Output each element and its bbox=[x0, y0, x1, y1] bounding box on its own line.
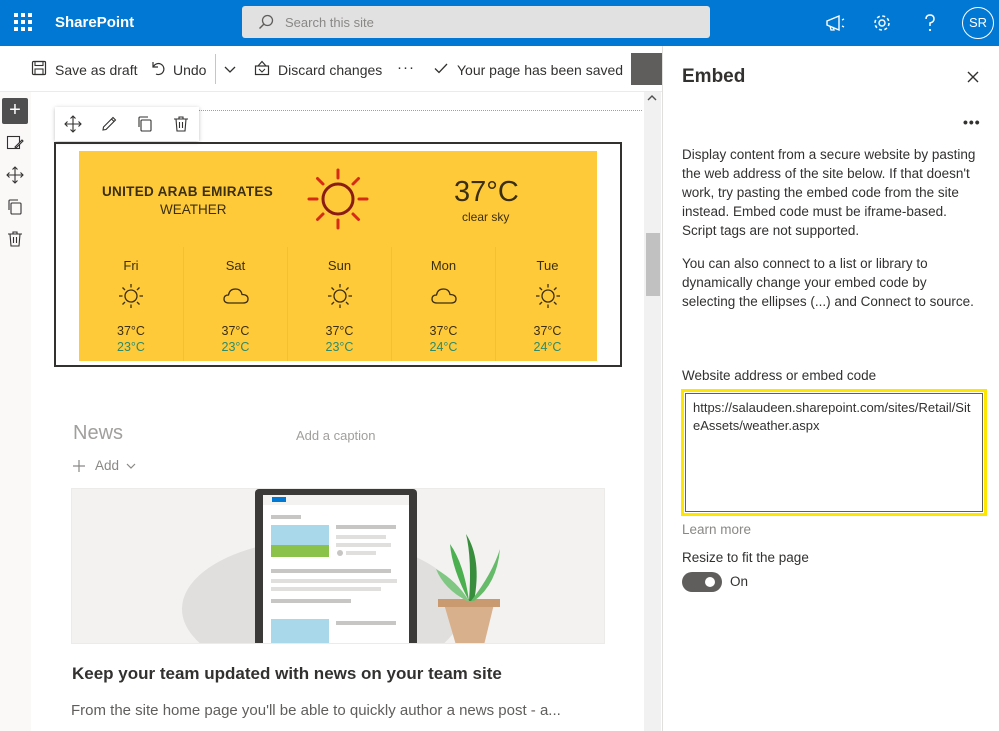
save-status-label: Your page has been saved bbox=[457, 62, 624, 78]
save-as-draft-label: Save as draft bbox=[55, 62, 138, 78]
weather-subtitle: WEATHER bbox=[160, 202, 227, 217]
left-toolbox bbox=[0, 92, 31, 731]
resize-toggle[interactable] bbox=[682, 572, 722, 592]
webpart-toolbar bbox=[55, 107, 199, 141]
caption-placeholder[interactable]: Add a caption bbox=[296, 428, 376, 443]
discard-icon bbox=[254, 60, 270, 76]
duplicate-icon[interactable] bbox=[6, 198, 24, 216]
weather-widget: UNITED ARAB EMIRATES WEATHER 37°C clear … bbox=[79, 151, 597, 361]
news-illustration-graphic bbox=[182, 489, 500, 643]
resize-toggle-state: On bbox=[730, 574, 749, 589]
day-high: 37°C bbox=[117, 324, 145, 338]
day-low: 24°C bbox=[429, 340, 458, 354]
day-high: 37°C bbox=[325, 324, 354, 338]
current-temperature: 37°C bbox=[454, 176, 519, 208]
panel-description: Display content from a secure website by… bbox=[682, 147, 976, 238]
move-icon[interactable] bbox=[6, 166, 24, 184]
website-address-highlight: https://salaudeen.sharepoint.com/sites/R… bbox=[681, 389, 987, 516]
forecast-day: Mon 37°C 24°C bbox=[391, 247, 495, 361]
learn-more-link[interactable]: Learn more bbox=[682, 522, 751, 537]
add-news-label: Add bbox=[95, 458, 120, 473]
sun-icon bbox=[328, 284, 352, 308]
chevron-down-icon bbox=[126, 463, 136, 469]
sun-icon bbox=[119, 284, 143, 308]
day-low: 23°C bbox=[221, 340, 250, 354]
day-low: 23°C bbox=[325, 340, 354, 354]
undo-label: Undo bbox=[173, 62, 207, 78]
weather-country: UNITED ARAB EMIRATES bbox=[102, 184, 273, 199]
cloud-icon bbox=[223, 288, 249, 304]
search-box[interactable]: Search this site bbox=[242, 6, 710, 38]
search-placeholder: Search this site bbox=[285, 15, 374, 30]
day-name: Tue bbox=[536, 258, 559, 273]
current-condition: clear sky bbox=[462, 210, 510, 224]
sun-icon bbox=[536, 284, 560, 308]
plus-icon bbox=[73, 460, 85, 472]
delete-icon[interactable] bbox=[6, 230, 24, 248]
panel-connect-description: You can also connect to a list or librar… bbox=[682, 256, 974, 309]
day-high: 37°C bbox=[221, 324, 250, 338]
panel-more-button[interactable]: ••• bbox=[963, 114, 981, 130]
avatar[interactable]: SR bbox=[962, 7, 994, 39]
undo-icon bbox=[152, 62, 165, 76]
search-icon bbox=[259, 14, 274, 29]
forecast-day: Sun 37°C 23°C bbox=[287, 247, 391, 361]
website-address-label: Website address or embed code bbox=[682, 368, 877, 383]
day-name: Sun bbox=[327, 258, 352, 273]
help-icon[interactable] bbox=[919, 12, 941, 34]
close-icon[interactable] bbox=[966, 70, 980, 84]
add-section-button[interactable]: + bbox=[2, 98, 28, 124]
more-commands-button[interactable]: ··· bbox=[397, 59, 415, 76]
command-separator bbox=[215, 54, 216, 84]
day-high: 37°C bbox=[533, 324, 562, 338]
website-address-input[interactable]: https://salaudeen.sharepoint.com/sites/R… bbox=[685, 393, 983, 512]
edit-section-icon[interactable] bbox=[6, 134, 24, 152]
megaphone-icon[interactable] bbox=[824, 12, 846, 34]
save-icon bbox=[31, 60, 47, 76]
news-title[interactable]: News bbox=[73, 422, 123, 445]
day-name: Sat bbox=[225, 258, 246, 273]
scrollbar-thumb[interactable] bbox=[646, 233, 660, 296]
edit-webpart-icon[interactable] bbox=[100, 115, 118, 133]
news-description: From the site home page you'll be able t… bbox=[71, 702, 561, 719]
news-headline: Keep your team updated with news on your… bbox=[72, 664, 502, 683]
suite-bar: SharePoint Search this site SR bbox=[0, 0, 999, 46]
day-high: 37°C bbox=[429, 324, 458, 338]
publish-button[interactable] bbox=[631, 53, 662, 85]
news-illustration bbox=[71, 488, 605, 644]
day-low: 23°C bbox=[117, 340, 145, 354]
chevron-down-icon[interactable] bbox=[224, 64, 236, 74]
discard-changes-label: Discard changes bbox=[278, 62, 383, 78]
forecast-day: Tue 37°C 24°C bbox=[495, 247, 599, 361]
sun-icon bbox=[307, 168, 369, 230]
scroll-up-icon[interactable] bbox=[647, 93, 657, 103]
move-webpart-icon[interactable] bbox=[64, 115, 82, 133]
day-name: Mon bbox=[430, 258, 457, 273]
checkmark-icon bbox=[434, 63, 448, 74]
cloud-icon bbox=[431, 288, 457, 304]
resize-label: Resize to fit the page bbox=[682, 550, 809, 565]
toggle-knob bbox=[705, 577, 715, 587]
forecast-day: Sat 37°C 23°C bbox=[183, 247, 287, 361]
day-low: 24°C bbox=[533, 340, 562, 354]
duplicate-webpart-icon[interactable] bbox=[136, 115, 154, 133]
delete-webpart-icon[interactable] bbox=[172, 115, 190, 133]
app-launcher-icon[interactable] bbox=[14, 13, 34, 33]
gear-icon[interactable] bbox=[871, 12, 893, 34]
canvas-scrollbar[interactable] bbox=[644, 92, 661, 731]
app-name[interactable]: SharePoint bbox=[55, 14, 134, 31]
panel-title: Embed bbox=[682, 66, 746, 87]
day-name: Fri bbox=[123, 258, 139, 273]
forecast-day: Fri 37°C 23°C bbox=[79, 247, 183, 361]
